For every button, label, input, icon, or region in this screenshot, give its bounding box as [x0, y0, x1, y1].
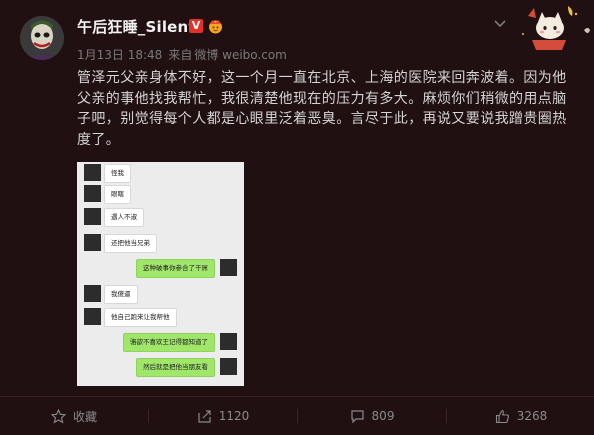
- chat-message: 我傻逼: [77, 285, 244, 304]
- chat-avatar: [84, 164, 101, 181]
- comment-button[interactable]: 809: [298, 397, 446, 435]
- chat-bubble: 这种破事你参合了干屌: [136, 259, 215, 278]
- chat-bubble: 他自己跑来让我帮他: [104, 308, 177, 327]
- chat-avatar: [84, 185, 101, 202]
- chat-avatar: [84, 234, 101, 251]
- weibo-post-card: 午后狂睡_Silent V 1月13日 18:48 来自 微博 weibo.com …: [0, 0, 594, 435]
- chat-bubble: 我傻逼: [104, 285, 138, 304]
- post-meta: 1月13日 18:48 来自 微博 weibo.com: [77, 46, 293, 63]
- chat-bubble: 遇人不淑: [104, 208, 144, 227]
- chat-bubble: 眼瞎: [104, 185, 131, 204]
- thumbs-up-icon: [495, 409, 509, 423]
- repost-button[interactable]: 1120: [149, 397, 297, 435]
- chat-avatar: [84, 308, 101, 325]
- comment-count: 809: [371, 409, 395, 423]
- repost-icon: [198, 409, 211, 423]
- post-source[interactable]: 微博 weibo.com: [194, 48, 287, 62]
- chat-avatar: [84, 208, 101, 225]
- like-button[interactable]: 3268: [447, 397, 594, 435]
- star-icon: [50, 408, 66, 424]
- chevron-down-icon[interactable]: [494, 20, 506, 28]
- action-bar: 收藏 1120 809 3268: [0, 397, 594, 435]
- chat-bubble: 还把他当兄弟: [104, 234, 157, 253]
- favorite-button[interactable]: 收藏: [0, 397, 148, 435]
- chat-message: 怪我: [77, 164, 244, 183]
- post-date[interactable]: 1月13日 18:48: [77, 48, 162, 62]
- repost-count: 1120: [218, 409, 250, 423]
- chat-bubble: 怪我: [104, 164, 131, 183]
- chat-message: 遇人不淑: [77, 208, 244, 227]
- chat-message: 眼瞎: [77, 185, 244, 204]
- chat-message: 然后就是把他当朋友看: [77, 358, 244, 377]
- card-decoration-mascot: [522, 6, 590, 50]
- post-text: 管泽元父亲身体不好，这一个月一直在北京、上海的医院来回奔波着。因为他父亲的事他找…: [77, 70, 567, 148]
- avatar[interactable]: [20, 16, 64, 60]
- chat-bubble: 然后就是把他当朋友看: [136, 358, 215, 377]
- chat-message: 这种破事你参合了干屌: [77, 259, 244, 278]
- chat-avatar: [220, 358, 237, 375]
- chat-avatar: [84, 285, 101, 302]
- chat-message: 还把他当兄弟: [77, 234, 244, 253]
- username[interactable]: 午后狂睡_Silent: [77, 16, 196, 37]
- chat-message: 骆歆不喜欢王记得都知道了: [77, 333, 244, 352]
- chat-bubble: 骆歆不喜欢王记得都知道了: [123, 333, 215, 352]
- chat-avatar: [220, 333, 237, 350]
- member-crown-icon[interactable]: [207, 18, 224, 34]
- favorite-label: 收藏: [72, 409, 97, 424]
- comment-icon: [350, 409, 364, 423]
- verified-badge-icon: V: [189, 19, 203, 33]
- chat-screenshot-image[interactable]: 怪我 眼瞎 遇人不淑 还把他当兄弟 这种破事你参合了干屌 我傻逼 他自己跑来让我…: [77, 162, 244, 386]
- chat-avatar: [220, 259, 237, 276]
- chat-message: 他自己跑来让我帮他: [77, 308, 244, 327]
- source-prefix: 来自: [168, 48, 193, 62]
- like-count: 3268: [516, 409, 548, 423]
